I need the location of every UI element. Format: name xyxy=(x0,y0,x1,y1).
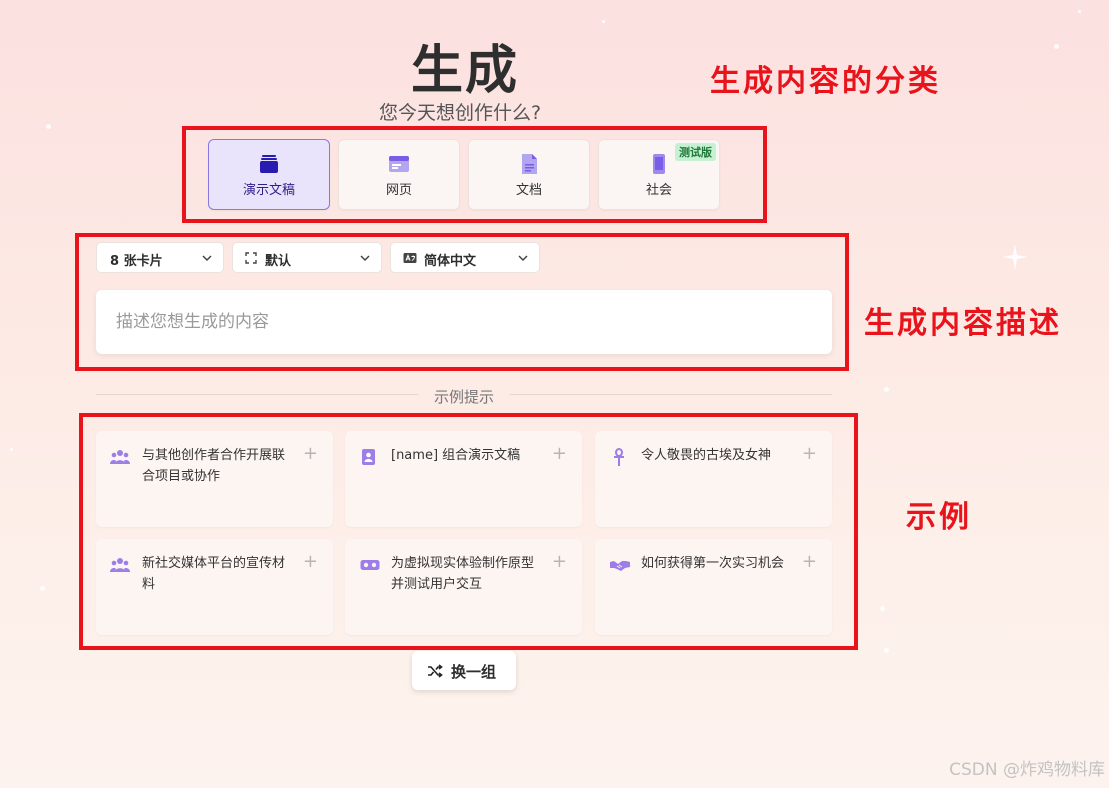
sparkle xyxy=(880,606,885,611)
sparkle-star-icon xyxy=(1002,244,1028,270)
shuffle-icon xyxy=(428,664,443,678)
page-subtitle: 您今天想创作什么? xyxy=(378,102,542,124)
sparkle xyxy=(602,20,605,23)
sparkle xyxy=(1078,10,1081,13)
annotation-box-description xyxy=(75,233,849,371)
sparkle xyxy=(1054,44,1059,49)
shuffle-button[interactable]: 换一组 xyxy=(412,651,516,690)
examples-section-label: 示例提示 xyxy=(433,388,494,406)
divider xyxy=(510,394,832,395)
divider xyxy=(96,394,418,395)
sparkle xyxy=(884,387,889,392)
shuffle-label: 换一组 xyxy=(451,663,497,681)
annotation-box-categories xyxy=(182,126,767,223)
watermark: CSDN @炸鸡物料库 xyxy=(949,760,1105,780)
annotation-label-description: 生成内容描述 xyxy=(864,306,1062,341)
sparkle xyxy=(10,448,13,451)
sparkle xyxy=(40,586,45,591)
annotation-box-examples xyxy=(79,413,858,650)
annotation-label-categories: 生成内容的分类 xyxy=(710,64,941,99)
sparkle xyxy=(884,648,889,653)
annotation-label-examples: 示例 xyxy=(906,500,972,535)
